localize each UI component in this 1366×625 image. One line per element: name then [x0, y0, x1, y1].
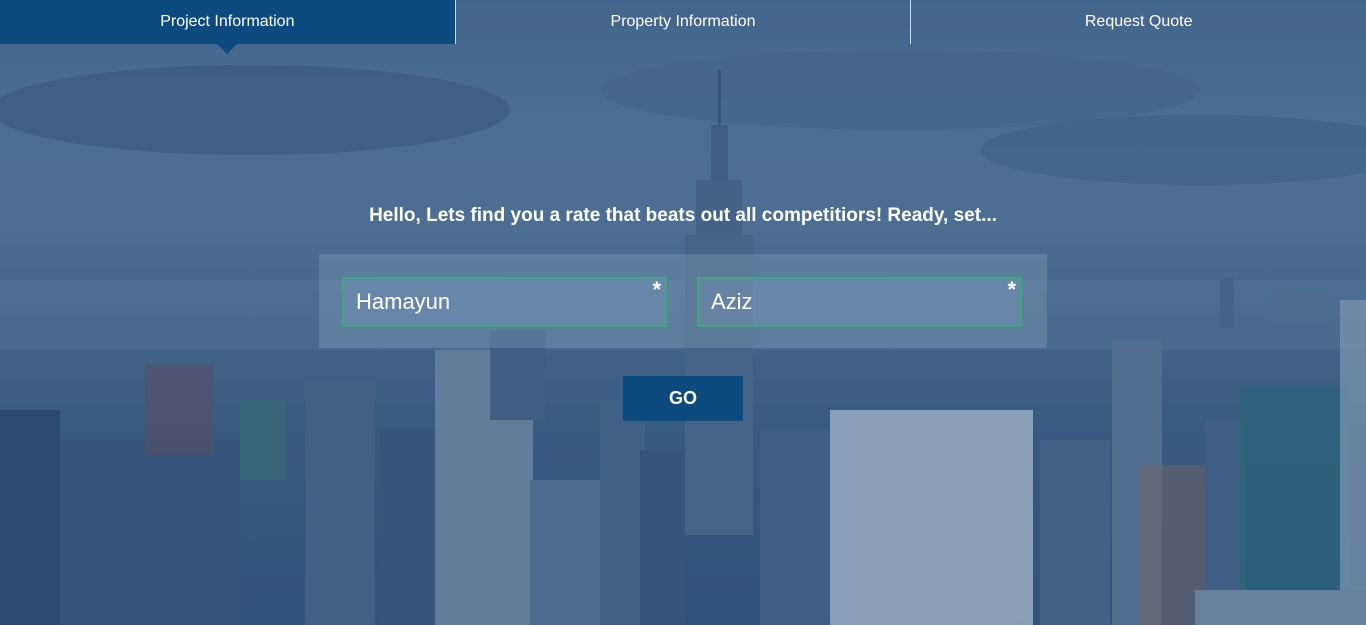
active-tab-arrow-indicator: [217, 44, 238, 54]
greeting-heading: Hello, Lets find you a rate that beats o…: [369, 205, 997, 226]
first-name-input[interactable]: [342, 277, 667, 327]
name-form-panel: * *: [319, 254, 1047, 348]
tab-project-information[interactable]: Project Information: [0, 0, 455, 54]
tab-label: Project Information: [160, 13, 295, 30]
tab-request-quote[interactable]: Request Quote: [910, 0, 1366, 44]
wizard-tabs: Project Information Property Information…: [0, 0, 1366, 54]
first-name-field-wrapper: *: [342, 277, 667, 327]
last-name-field-wrapper: *: [697, 277, 1022, 327]
tab-label: Property Information: [610, 13, 756, 30]
tab-label: Request Quote: [1084, 13, 1193, 30]
required-asterisk: *: [652, 277, 661, 302]
page: Project Information Property Information…: [0, 0, 1366, 625]
go-button[interactable]: GO: [623, 376, 743, 421]
tab-property-information[interactable]: Property Information: [454, 0, 911, 44]
last-name-input[interactable]: [697, 277, 1022, 327]
required-asterisk: *: [1007, 277, 1016, 302]
